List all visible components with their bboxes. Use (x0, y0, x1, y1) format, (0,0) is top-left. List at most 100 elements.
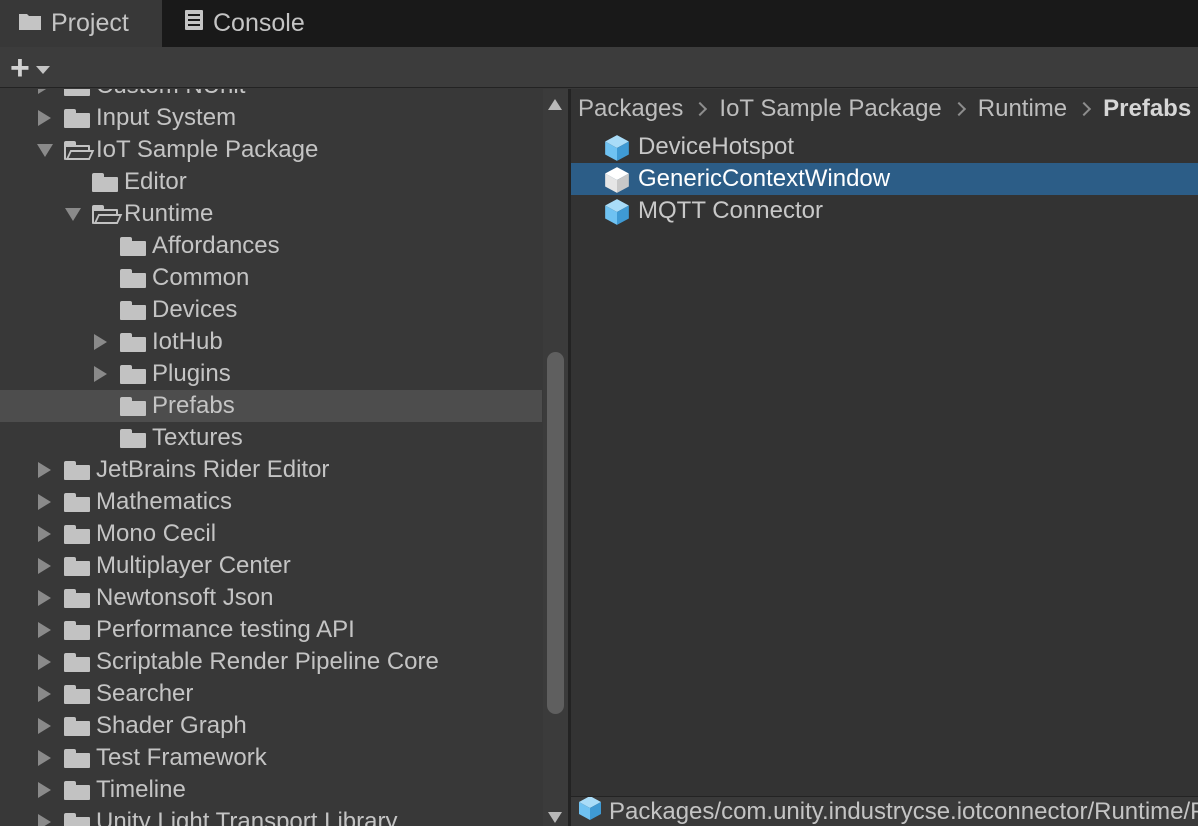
tree-item[interactable]: Plugins (0, 358, 542, 390)
folder-icon (120, 237, 146, 256)
tree-item[interactable]: Editor (0, 166, 542, 198)
folder-open-icon (92, 205, 123, 224)
expand-arrow-right-icon[interactable] (94, 366, 107, 382)
folder-icon (64, 749, 90, 768)
prefab-cube-icon (603, 198, 631, 233)
folder-icon (64, 621, 90, 640)
scroll-thumb[interactable] (547, 352, 564, 714)
tab-project-label: Project (51, 9, 129, 37)
expand-arrow-down-icon[interactable] (65, 208, 81, 221)
expand-arrow-right-icon[interactable] (38, 110, 51, 126)
tree-item-label: Prefabs (152, 392, 235, 419)
tree-item-label: Searcher (96, 680, 194, 707)
expand-arrow-right-icon[interactable] (38, 718, 51, 734)
expand-arrow-right-icon[interactable] (38, 494, 51, 510)
folder-icon (64, 461, 90, 480)
asset-item-label: GenericContextWindow (638, 165, 891, 192)
tree-item[interactable]: IotHub (0, 326, 542, 358)
tree-item[interactable]: Common (0, 262, 542, 294)
tab-bar: Project Console (0, 0, 1198, 47)
asset-item[interactable]: MQTT Connector (571, 195, 1198, 227)
expand-arrow-right-icon[interactable] (38, 462, 51, 478)
tree-item[interactable]: Unity Light Transport Library (0, 806, 542, 826)
tree-item[interactable]: Performance testing API (0, 614, 542, 646)
tree-item-label: Mono Cecil (96, 520, 217, 547)
tree-item[interactable]: Input System (0, 102, 542, 134)
tree-item[interactable]: Prefabs (0, 390, 542, 422)
asset-list-pane: Packages IoT Sample Package Runtime Pref… (571, 89, 1198, 826)
expand-arrow-right-icon[interactable] (38, 654, 51, 670)
tree-item[interactable]: Mono Cecil (0, 518, 542, 550)
expand-arrow-right-icon[interactable] (38, 526, 51, 542)
expand-arrow-right-icon[interactable] (94, 334, 107, 350)
tree-item-label: Newtonsoft Json (96, 584, 274, 611)
folder-icon (120, 333, 146, 352)
tab-console[interactable]: Console (164, 0, 344, 47)
folder-icon (120, 365, 146, 384)
selected-asset-path: Packages/com.unity.industrycse.iotconnec… (609, 797, 1198, 825)
tree-item[interactable]: Multiplayer Center (0, 550, 542, 582)
tree-item[interactable]: Custom NUnit (0, 89, 542, 102)
scroll-up-arrow-icon[interactable] (548, 99, 562, 110)
tree-item[interactable]: Runtime (0, 198, 542, 230)
tree-item[interactable]: JetBrains Rider Editor (0, 454, 542, 486)
chevron-right-icon (951, 101, 966, 117)
expand-arrow-right-icon[interactable] (38, 686, 51, 702)
folder-icon (120, 269, 146, 288)
expand-arrow-right-icon[interactable] (38, 558, 51, 574)
tree-item[interactable]: Textures (0, 422, 542, 454)
breadcrumb-runtime[interactable]: Runtime (978, 95, 1067, 123)
folder-icon (64, 685, 90, 704)
asset-item[interactable]: GenericContextWindow (571, 163, 1198, 195)
tree-item[interactable]: Affordances (0, 230, 542, 262)
folder-icon (64, 525, 90, 544)
expand-arrow-down-icon[interactable] (37, 144, 53, 157)
tree-item[interactable]: Newtonsoft Json (0, 582, 542, 614)
folder-icon (64, 109, 90, 128)
folder-icon (92, 173, 118, 192)
folder-icon (18, 9, 42, 38)
breadcrumb-prefabs[interactable]: Prefabs (1103, 95, 1191, 123)
tab-project[interactable]: Project (0, 0, 162, 47)
tree-item-label: Multiplayer Center (96, 552, 291, 579)
tree-item-label: Input System (96, 104, 237, 131)
expand-arrow-right-icon[interactable] (38, 814, 51, 826)
breadcrumb-iot-sample-package[interactable]: IoT Sample Package (719, 95, 941, 123)
breadcrumb-packages[interactable]: Packages (578, 95, 683, 123)
expand-arrow-right-icon[interactable] (38, 590, 51, 606)
expand-arrow-right-icon[interactable] (38, 782, 51, 798)
asset-item[interactable]: DeviceHotspot (571, 131, 1198, 163)
tree-item[interactable]: Scriptable Render Pipeline Core (0, 646, 542, 678)
expand-arrow-right-icon[interactable] (38, 750, 51, 766)
tree-item-label: Scriptable Render Pipeline Core (96, 648, 439, 675)
tree-item[interactable]: Test Framework (0, 742, 542, 774)
tree-item-label: Custom NUnit (96, 89, 245, 100)
create-dropdown-button[interactable]: + (10, 51, 66, 85)
tree-item-label: JetBrains Rider Editor (96, 456, 330, 483)
tree-item-label: Unity Light Transport Library (96, 808, 398, 826)
folder-icon (120, 301, 146, 320)
folder-icon (64, 89, 90, 96)
expand-arrow-right-icon[interactable] (38, 622, 51, 638)
chevron-down-icon (35, 66, 50, 74)
tree-item-label: Affordances (152, 232, 280, 259)
expand-arrow-right-icon[interactable] (38, 89, 51, 94)
tree-scrollbar[interactable] (543, 89, 568, 826)
folder-icon (64, 813, 90, 826)
tree-item-label: Plugins (152, 360, 231, 387)
tree-item[interactable]: Mathematics (0, 486, 542, 518)
tree-item[interactable]: Devices (0, 294, 542, 326)
tree-item[interactable]: Shader Graph (0, 710, 542, 742)
tree-item-label: Devices (152, 296, 238, 323)
console-icon (184, 9, 204, 38)
folder-icon (64, 493, 90, 512)
tree-item[interactable]: IoT Sample Package (0, 134, 542, 166)
asset-item-label: DeviceHotspot (638, 133, 795, 160)
tree-item-label: Runtime (124, 200, 214, 227)
tree-item-label: Test Framework (96, 744, 267, 771)
tree-item-label: Shader Graph (96, 712, 247, 739)
scroll-down-arrow-icon[interactable] (548, 812, 562, 823)
tab-console-label: Console (213, 9, 305, 37)
tree-item[interactable]: Timeline (0, 774, 542, 806)
tree-item[interactable]: Searcher (0, 678, 542, 710)
